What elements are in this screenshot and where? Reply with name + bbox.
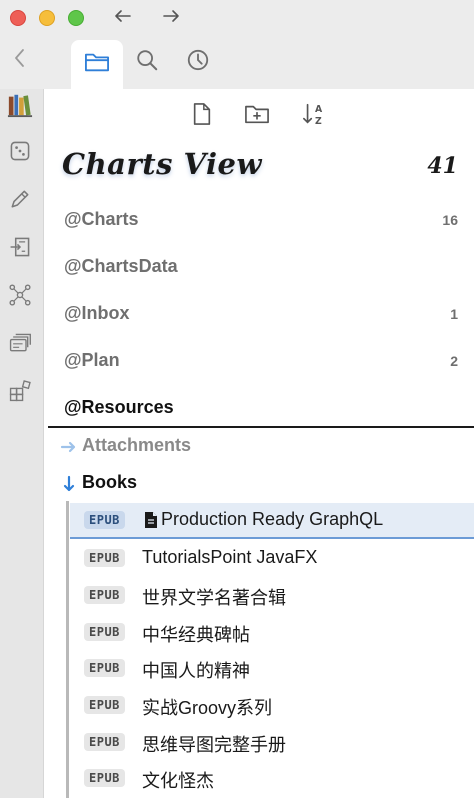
tab-search[interactable] xyxy=(124,40,170,84)
stack-count: 2 xyxy=(450,353,458,369)
stack-item-charts[interactable]: @Charts 16 xyxy=(44,201,474,241)
folder-icon xyxy=(83,50,111,79)
document-import-icon[interactable] xyxy=(6,233,34,261)
folder-attachments[interactable]: Attachments xyxy=(56,432,456,462)
pencil-icon[interactable] xyxy=(6,185,34,213)
format-badge: EPUB xyxy=(84,696,125,714)
new-folder-icon[interactable] xyxy=(242,99,272,129)
stack-item-inbox[interactable]: @Inbox 1 xyxy=(44,295,474,335)
file-title: TutorialsPoint JavaFX xyxy=(142,547,318,567)
folder-label: Books xyxy=(82,472,138,492)
section-divider xyxy=(48,426,474,428)
sidebar-tab-bar xyxy=(0,36,474,89)
file-title: 思维导图完整手册 xyxy=(142,735,286,755)
file-row[interactable]: EPUB 中华经典碑帖 xyxy=(70,615,474,651)
format-badge: EPUB xyxy=(84,549,125,567)
stack-item-plan[interactable]: @Plan 2 xyxy=(44,342,474,382)
file-title: 实战Groovy系列 xyxy=(142,698,273,718)
tab-recent[interactable] xyxy=(175,40,221,84)
file-row[interactable]: EPUB 思维导图完整手册 xyxy=(70,725,474,761)
file-title: 文化怪杰 xyxy=(142,771,214,791)
minimize-window-button[interactable] xyxy=(39,10,55,26)
stack-label: @Charts xyxy=(64,209,139,229)
stack-label: @Resources xyxy=(64,397,174,417)
file-title: Production Ready GraphQL xyxy=(161,509,384,529)
arrow-down-icon[interactable] xyxy=(60,475,78,493)
document-icon xyxy=(144,511,158,529)
search-icon xyxy=(135,48,159,77)
zoom-window-button[interactable] xyxy=(68,10,84,26)
notebook-note-count: 41 xyxy=(427,153,458,179)
file-browser: AZ Charts View 41 @Charts 16 @ChartsData… xyxy=(44,89,474,798)
tab-files[interactable] xyxy=(71,40,123,89)
format-badge: EPUB xyxy=(84,659,125,677)
chevron-left-icon[interactable] xyxy=(8,44,30,72)
format-badge: EPUB xyxy=(84,586,125,604)
file-row[interactable]: EPUB 中国人的精神 xyxy=(70,651,474,687)
file-row-selected[interactable]: EPUB Production Ready GraphQL xyxy=(70,503,474,539)
format-badge: EPUB xyxy=(84,769,125,787)
clock-icon xyxy=(186,48,210,77)
format-badge: EPUB xyxy=(84,623,125,641)
stack-label: @Inbox xyxy=(64,303,130,323)
file-row[interactable]: EPUB 实战Groovy系列 xyxy=(70,688,474,724)
books-icon[interactable] xyxy=(6,91,34,119)
sort-az-icon[interactable]: AZ xyxy=(300,99,330,129)
notebook-title: Charts View xyxy=(62,147,262,181)
left-rail xyxy=(0,89,44,798)
file-row[interactable]: EPUB TutorialsPoint JavaFX xyxy=(70,541,474,577)
title-bar xyxy=(0,0,474,36)
stack-count: 1 xyxy=(450,306,458,322)
arrow-left-icon[interactable] xyxy=(112,5,134,27)
file-title: 世界文学名著合辑 xyxy=(142,588,286,608)
folder-label: Attachments xyxy=(82,435,192,455)
grid-icon[interactable] xyxy=(6,377,34,405)
close-window-button[interactable] xyxy=(10,10,26,26)
new-document-icon[interactable] xyxy=(187,99,217,129)
stack-label: @ChartsData xyxy=(64,256,178,276)
tree-guide-line xyxy=(66,501,69,798)
file-title: 中国人的精神 xyxy=(142,661,250,681)
stack-count: 16 xyxy=(442,212,458,228)
stack-label: @Plan xyxy=(64,350,120,370)
arrow-right-icon[interactable] xyxy=(60,438,78,456)
format-badge: EPUB xyxy=(84,733,125,751)
stack-item-chartsdata[interactable]: @ChartsData xyxy=(44,248,474,288)
svg-text:Z: Z xyxy=(315,116,322,127)
stack-item-resources[interactable]: @Resources xyxy=(44,389,474,429)
graph-icon[interactable] xyxy=(6,281,34,309)
folder-books[interactable]: Books xyxy=(56,469,456,499)
file-title: 中华经典碑帖 xyxy=(142,625,250,645)
dice-icon[interactable] xyxy=(6,137,34,165)
arrow-right-icon[interactable] xyxy=(160,5,182,27)
file-row[interactable]: EPUB 文化怪杰 xyxy=(70,761,474,797)
format-badge: EPUB xyxy=(84,511,125,529)
file-row[interactable]: EPUB 世界文学名著合辑 xyxy=(70,578,474,614)
cards-icon[interactable] xyxy=(6,329,34,357)
svg-text:A: A xyxy=(315,104,323,115)
